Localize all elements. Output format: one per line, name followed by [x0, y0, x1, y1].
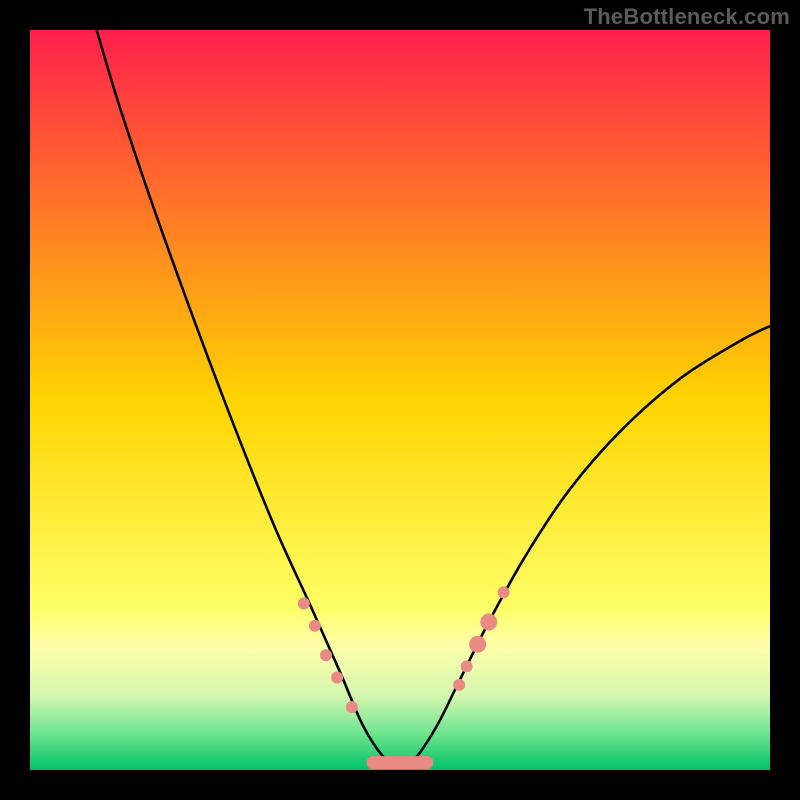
chart-stage: TheBottleneck.com [0, 0, 800, 800]
highlight-dot [346, 701, 358, 713]
chart-svg [0, 0, 800, 800]
highlight-dot [498, 586, 510, 598]
highlight-dot [461, 660, 473, 672]
highlight-dot [469, 636, 486, 653]
highlight-dot [480, 614, 497, 631]
gradient-panel [30, 30, 770, 770]
highlight-dot [298, 598, 310, 610]
highlight-dot [309, 620, 321, 632]
highlight-dot [331, 672, 343, 684]
base-flat-segment [367, 756, 434, 769]
watermark-text: TheBottleneck.com [584, 4, 790, 30]
highlight-dot [453, 679, 465, 691]
highlight-dot [320, 649, 332, 661]
